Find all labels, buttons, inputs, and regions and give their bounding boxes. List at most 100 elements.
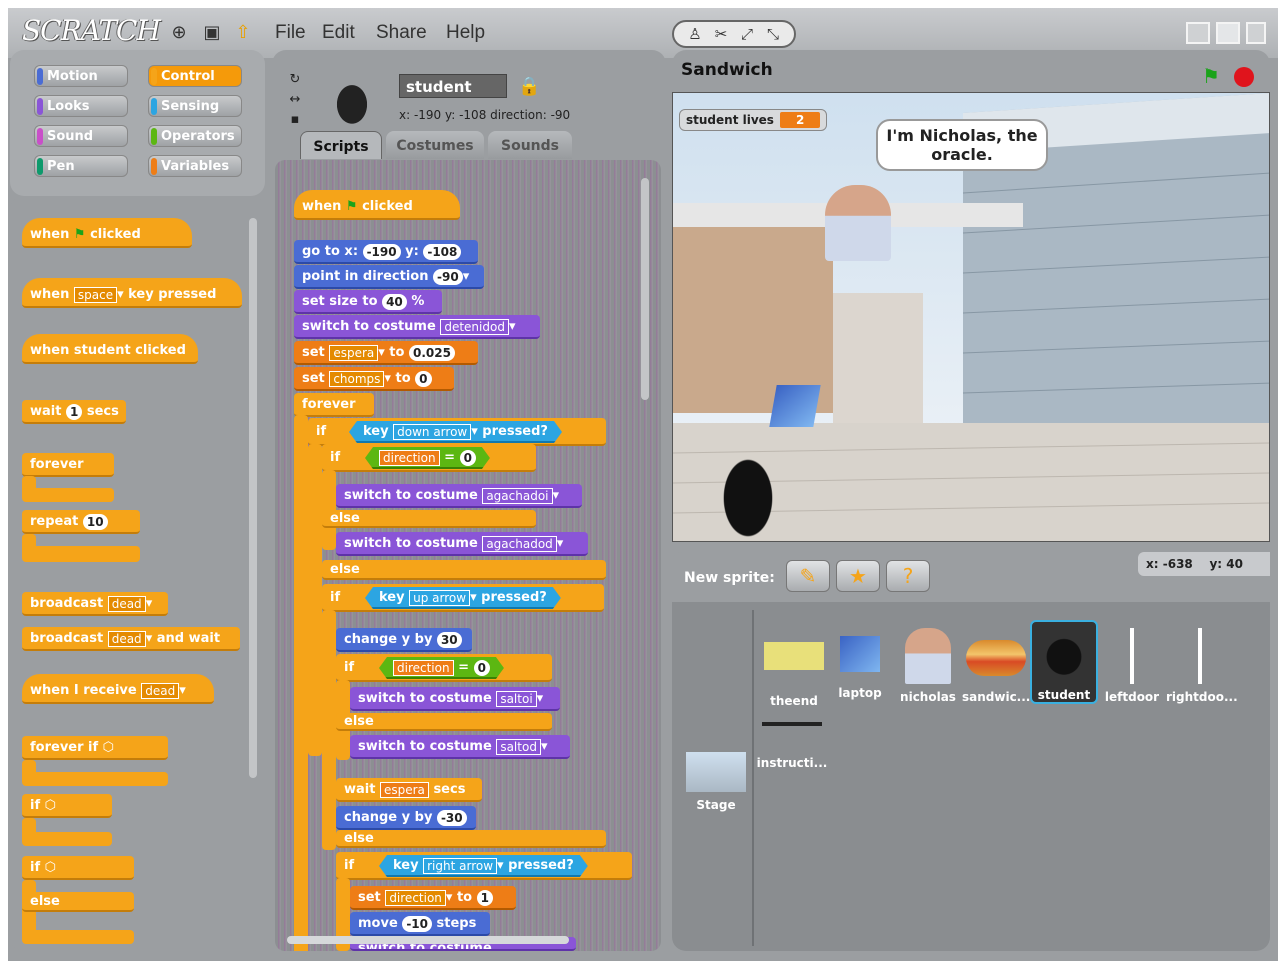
shrink-icon[interactable]: ⤡ [762, 25, 784, 43]
direction-equals-0-b[interactable]: direction = 0 [379, 657, 504, 679]
student-sprite[interactable] [713, 443, 783, 541]
key-up-pressed[interactable]: key up arrow ▾ pressed? [365, 587, 561, 609]
paint-sprite-button[interactable]: ✎ [786, 560, 830, 592]
tab-scripts[interactable]: Scripts [300, 131, 382, 159]
surprise-sprite-button[interactable]: ? [886, 560, 930, 592]
if-else-c-bottom [22, 930, 134, 944]
else-label-2: else [322, 560, 606, 580]
speech-bubble: I'm Nicholas, the oracle. [876, 119, 1048, 171]
script-costume-saltoi[interactable]: switch to costume saltoi ▾ [350, 687, 560, 711]
script-move-steps[interactable]: move -10 steps [350, 912, 490, 936]
script-costume-agachadoi[interactable]: switch to costume agachadoi ▾ [336, 484, 582, 508]
script-set-espera[interactable]: set espera ▾ to 0.025 [294, 341, 478, 365]
category-looks[interactable]: Looks [34, 95, 128, 117]
project-title: Sandwich [681, 60, 773, 80]
sprite-list: Stage theend laptop nicholas sandwic... … [672, 602, 1270, 951]
normal-stage-icon[interactable] [1216, 22, 1240, 44]
sprite-sandwich[interactable]: sandwic... [962, 628, 1030, 704]
stage[interactable]: student lives 2 I'm Nicholas, the oracle. [672, 92, 1270, 542]
script-change-y-neg30[interactable]: change y by -30 [336, 806, 476, 830]
sprite-theend[interactable]: theend [760, 628, 828, 708]
forever-block[interactable]: forever [22, 453, 114, 477]
stage-thumbnail[interactable]: Stage [682, 752, 750, 812]
if-block[interactable]: if ⬡ [22, 794, 112, 818]
sprite-instructions[interactable]: instructi... [756, 714, 828, 770]
small-stage-icon[interactable] [1186, 22, 1210, 44]
sprite-laptop[interactable]: laptop [826, 628, 894, 700]
category-operators[interactable]: Operators [148, 125, 242, 147]
palette-scrollbar[interactable] [249, 218, 257, 778]
script-costume-saltod[interactable]: switch to costume saltod ▾ [350, 735, 570, 759]
rotation-style-icons[interactable]: ↻ ↔ ▪ [284, 70, 306, 132]
if-up-arm [322, 610, 336, 850]
category-control[interactable]: Control [148, 65, 242, 87]
direction-equals-0[interactable]: direction = 0 [365, 447, 490, 469]
globe-icon[interactable]: ⊕ [168, 22, 190, 44]
menu-share[interactable]: Share [376, 22, 427, 44]
scratch-logo: SCRATCH [22, 14, 161, 47]
category-motion[interactable]: Motion [34, 65, 128, 87]
key-down-pressed[interactable]: key down arrow ▾ pressed? [349, 421, 562, 443]
script-change-y-30[interactable]: change y by 30 [336, 628, 472, 652]
if-else-block[interactable]: if ⬡ [22, 856, 134, 880]
tab-costumes[interactable]: Costumes [386, 131, 484, 159]
sprite-nicholas[interactable]: nicholas [894, 628, 962, 704]
new-sprite-label: New sprite: [684, 570, 775, 586]
category-pen[interactable]: Pen [34, 155, 128, 177]
key-right-pressed[interactable]: key right arrow ▾ pressed? [379, 855, 588, 877]
script-switch-costume[interactable]: switch to costume detenidod ▾ [294, 315, 540, 339]
when-i-receive-block[interactable]: when I receive dead ▾ [22, 674, 214, 704]
script-costume-agachadod[interactable]: switch to costume agachadod ▾ [336, 532, 588, 556]
green-flag-icon[interactable]: ⚑ [1202, 64, 1220, 88]
lock-icon[interactable]: 🔒 [518, 76, 540, 97]
scripts-v-scrollbar[interactable] [641, 178, 649, 400]
stop-icon[interactable] [1234, 67, 1254, 87]
delete-icon[interactable]: ✂ [710, 25, 732, 43]
sprite-rightdoor[interactable]: rightdoo... [1166, 628, 1238, 704]
sprite-name-field[interactable]: student [399, 74, 507, 98]
grow-icon[interactable]: ⤢ [736, 25, 758, 43]
forever-arm [294, 415, 308, 951]
share-icon[interactable]: ⇧ [232, 22, 254, 44]
script-point-direction[interactable]: point in direction -90 ▾ [294, 265, 484, 289]
broadcast-and-wait-block[interactable]: broadcast dead ▾ and wait [22, 627, 240, 651]
broadcast-block[interactable]: broadcast dead ▾ [22, 592, 168, 616]
sprite-leftdoor[interactable]: leftdoor [1098, 628, 1166, 704]
else-label: else [22, 892, 134, 912]
script-set-size[interactable]: set size to 40 % [294, 290, 442, 314]
nicholas-sprite[interactable] [825, 185, 891, 261]
tab-sounds[interactable]: Sounds [488, 131, 572, 159]
repeat-block[interactable]: repeat 10 [22, 510, 140, 534]
duplicate-icon[interactable]: ♙ [684, 25, 706, 43]
script-set-chomps[interactable]: set chomps ▾ to 0 [294, 367, 454, 391]
choose-sprite-button[interactable]: ★ [836, 560, 880, 592]
script-wait-espera[interactable]: wait espera secs [336, 778, 482, 802]
category-sensing[interactable]: Sensing [148, 95, 242, 117]
laptop-sprite[interactable] [769, 385, 821, 427]
presentation-icon[interactable] [1246, 22, 1266, 44]
script-when-flag[interactable]: when ⚑ clicked [294, 190, 460, 220]
forever-if-block[interactable]: forever if ⬡ [22, 736, 168, 760]
else-label-1: else [322, 510, 536, 528]
else-label-3: else [336, 713, 552, 731]
else-label-4: else [336, 830, 606, 848]
when-sprite-clicked-block[interactable]: when student clicked [22, 334, 198, 364]
menu-help[interactable]: Help [446, 22, 485, 44]
menu-file[interactable]: File [275, 22, 306, 44]
category-variables[interactable]: Variables [148, 155, 242, 177]
block-palette: when ⚑ clicked when space ▾ key pressed w… [10, 196, 265, 951]
menu-edit[interactable]: Edit [322, 22, 355, 44]
wait-block[interactable]: wait 1 secs [22, 400, 126, 424]
when-flag-block[interactable]: when ⚑ clicked [22, 218, 192, 248]
if-c-bottom [22, 832, 112, 846]
script-go-to[interactable]: go to x: -190 y: -108 [294, 240, 478, 264]
script-set-direction[interactable]: set direction ▾ to 1 [350, 886, 516, 910]
mouse-coordinates: x: -638 y: 40 [1138, 552, 1270, 576]
save-icon[interactable]: ▣ [201, 22, 223, 44]
sprite-student[interactable]: student [1030, 620, 1098, 704]
when-key-block[interactable]: when space ▾ key pressed [22, 278, 242, 308]
category-sound[interactable]: Sound [34, 125, 128, 147]
if-down-arm [308, 444, 322, 756]
script-forever[interactable]: forever [294, 393, 374, 417]
scripts-h-scrollbar[interactable] [287, 936, 569, 944]
